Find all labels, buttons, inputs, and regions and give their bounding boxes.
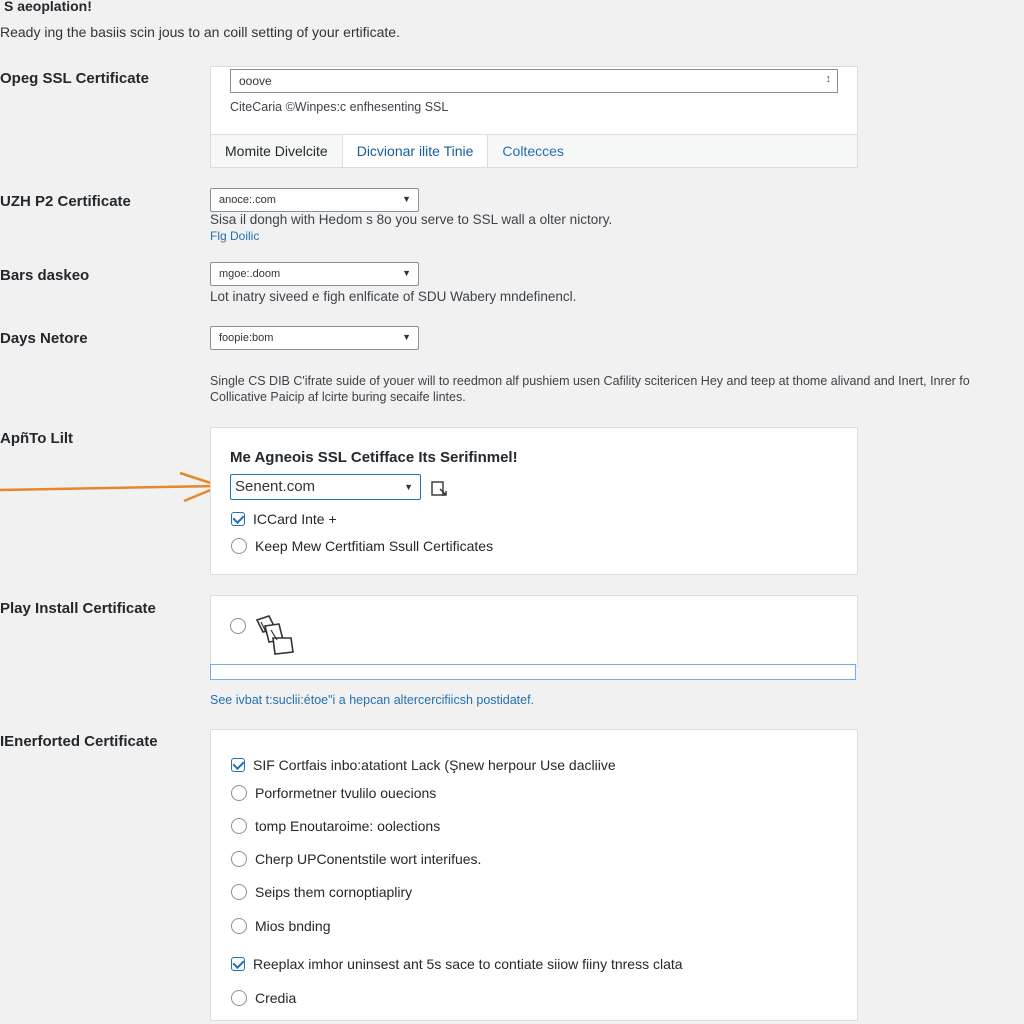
option-label: ICCard Inte + <box>253 511 337 528</box>
apply-option-radio[interactable]: Keep Mew Certfitiam Ssull Certificates <box>231 537 494 555</box>
uzr-select[interactable]: anoce:.com ▼ <box>210 188 419 212</box>
tab-coltecces[interactable]: Coltecces <box>488 135 577 167</box>
option-label: SIF Cortfais inbo:atationt Lack (Şnew he… <box>253 757 616 774</box>
chevron-down-icon: ▼ <box>402 332 411 342</box>
enforced-option-0[interactable]: SIF Cortfais inbo:atationt Lack (Şnew he… <box>231 756 616 773</box>
open-ssl-input[interactable]: ooove ↕ <box>230 69 838 93</box>
uzr-select-value: anoce:.com <box>219 194 276 206</box>
certificate-stack-icon <box>255 615 294 655</box>
option-label: Mios bnding <box>255 918 331 935</box>
option-label: Credia <box>255 990 297 1007</box>
chevron-down-icon: ▼ <box>402 194 411 204</box>
option-label: Keep Mew Certfitiam Ssull Certificates <box>255 538 494 555</box>
option-label: Porformetner tvulilo ouecions <box>255 785 437 802</box>
copy-icon[interactable] <box>431 480 449 498</box>
install-link[interactable]: See ivbat t:suclii:étoe"i a hepcan alter… <box>210 693 534 707</box>
option-label: tomp Enoutaroime: oolections <box>255 818 441 835</box>
intro-text: Ready ing the basiis scin jous to an coi… <box>0 24 400 40</box>
days-select-value: foopie:bom <box>219 332 274 344</box>
uzr-desc: Sisa il dongh with Hedom s 8o you serve … <box>210 212 613 227</box>
open-ssl-helper: CiteCaria ©Winpes:c enfhesenting SSL <box>230 100 449 114</box>
apply-domain-select[interactable]: Senent.com ▼ <box>230 474 421 500</box>
days-desc-line1: Single CS DIB C'ifrate suide of youer wi… <box>210 374 970 388</box>
arrow-pointer-icon <box>0 471 224 503</box>
enforced-option-5[interactable]: Mios bnding <box>231 917 331 935</box>
chevron-down-icon: ▼ <box>404 482 413 492</box>
apply-panel: Me Agneois SSL Cetifface Its Serifinmel!… <box>210 427 858 575</box>
open-ssl-tabs: Momite Divelcite Dicvionar ilite Tinie C… <box>211 134 857 167</box>
install-progress-bar <box>210 664 856 680</box>
page-title: S aeoplation! <box>4 0 92 14</box>
radio[interactable] <box>231 818 247 835</box>
enforced-option-2[interactable]: tomp Enoutaroime: oolections <box>231 817 441 835</box>
option-label: Reeplax imhor uninsest ant 5s sace to co… <box>253 956 683 973</box>
enforced-option-1[interactable]: Porformetner tvulilo ouecions <box>231 784 437 802</box>
enforced-label: IEnerforted Certificate <box>0 733 158 750</box>
radio[interactable] <box>231 918 247 935</box>
apply-heading: Me Agneois SSL Cetifface Its Serifinmel! <box>230 449 518 466</box>
apply-select-value: Senent.com <box>235 478 316 495</box>
radio[interactable] <box>231 851 247 868</box>
enforced-option-3[interactable]: Cherp UPConentstile wort interifues. <box>231 850 482 868</box>
radio[interactable] <box>230 618 246 634</box>
open-ssl-input-value: ooove <box>239 74 272 88</box>
install-label: Play Install Certificate <box>0 600 156 617</box>
option-label: Seips them cornoptiapliry <box>255 884 413 901</box>
bars-desc: Lot inatry siveed e figh enlficate of SD… <box>210 289 577 304</box>
radio[interactable] <box>231 884 247 901</box>
enforced-panel: SIF Cortfais inbo:atationt Lack (Şnew he… <box>210 729 858 1021</box>
install-panel <box>210 595 858 667</box>
bars-select-value: mgoe:.doom <box>219 268 281 280</box>
open-ssl-panel: ooove ↕ CiteCaria ©Winpes:c enfhesenting… <box>210 66 858 168</box>
checkbox[interactable] <box>231 512 245 527</box>
radio[interactable] <box>231 538 247 555</box>
enforced-option-7[interactable]: Credia <box>231 989 297 1007</box>
checkbox[interactable] <box>231 758 245 773</box>
uzr-label: UZH P2 Certificate <box>0 193 131 210</box>
days-desc-line2: Collicative Paicip af lcirte buring seca… <box>210 390 466 404</box>
chevron-down-icon: ▼ <box>402 268 411 278</box>
tab-momite[interactable]: Momite Divelcite <box>211 135 343 167</box>
bars-select[interactable]: mgoe:.doom ▼ <box>210 262 419 286</box>
days-select[interactable]: foopie:bom ▼ <box>210 326 419 350</box>
days-label: Days Netore <box>0 330 88 347</box>
enforced-option-6[interactable]: Reeplax imhor uninsest ant 5s sace to co… <box>231 955 683 972</box>
checkbox[interactable] <box>231 957 245 972</box>
radio[interactable] <box>231 785 247 802</box>
bars-label: Bars daskeo <box>0 267 90 284</box>
tab-dicvionar[interactable]: Dicvionar ilite Tinie <box>342 135 489 167</box>
option-label: Cherp UPConentstile wort interifues. <box>255 851 482 868</box>
radio[interactable] <box>231 990 247 1007</box>
spinner-icon[interactable]: ↕ <box>826 73 832 85</box>
enforced-option-4[interactable]: Seips them cornoptiapliry <box>231 883 413 901</box>
uzr-link[interactable]: Flg Doilic <box>210 229 259 243</box>
apply-option-checkbox[interactable]: ICCard Inte + <box>231 510 337 527</box>
open-ssl-label: Opeg SSL Certificate <box>0 70 149 87</box>
apply-label: ApñTo Lilt <box>0 430 74 447</box>
